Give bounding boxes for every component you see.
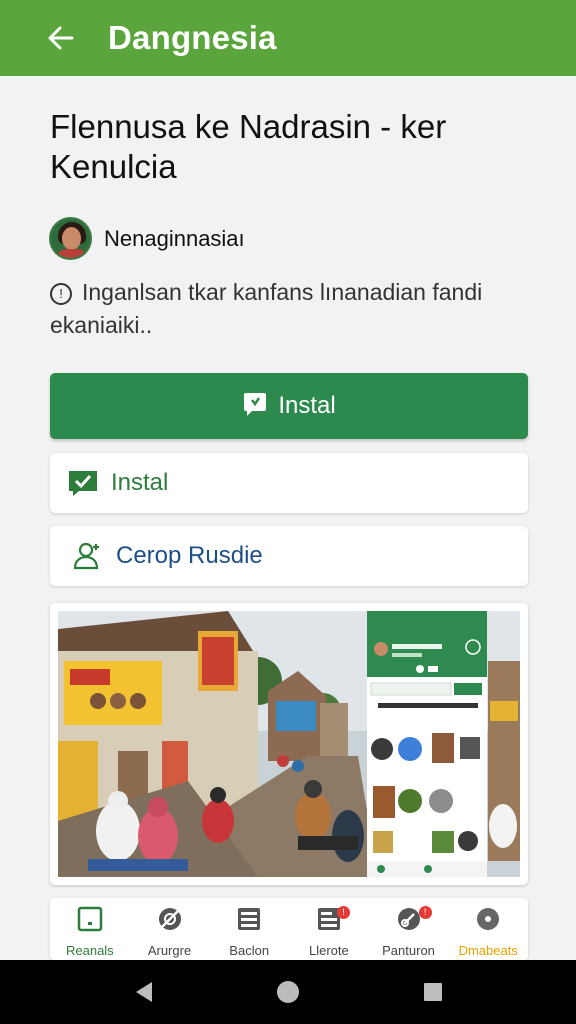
group-button[interactable]: Cerop Rusdie bbox=[50, 526, 528, 586]
preview-image[interactable] bbox=[50, 603, 528, 885]
content: Flennusa ke Nadrasin - ker Kenulcia Nena… bbox=[0, 76, 576, 960]
nav-item-arurgre[interactable]: Arurgre bbox=[130, 898, 210, 960]
recents-square-icon[interactable] bbox=[423, 982, 443, 1002]
globe-icon bbox=[157, 906, 183, 937]
check-box-icon bbox=[67, 469, 99, 497]
install-button[interactable]: Instal bbox=[50, 453, 528, 513]
list-icon bbox=[236, 906, 262, 937]
home-circle-icon[interactable] bbox=[276, 980, 300, 1004]
description-text: Inganlsan tkar kanfans lınanadian fandi … bbox=[50, 279, 483, 338]
arrow-left-icon[interactable] bbox=[48, 25, 74, 51]
nav-label: Dmabeats bbox=[458, 943, 518, 958]
square-icon bbox=[77, 906, 103, 937]
install-label: Instal bbox=[111, 469, 169, 496]
app-title: Dangnesia bbox=[108, 19, 277, 56]
dot-circle-icon bbox=[475, 906, 501, 937]
info-circle-icon: ! bbox=[50, 283, 72, 305]
system-nav-bar bbox=[0, 960, 576, 1024]
nav-item-baclon[interactable]: Baclon bbox=[209, 898, 289, 960]
page-title: Flennusa ke Nadrasin - ker Kenulcia bbox=[50, 108, 447, 185]
nav-label: Arurgre bbox=[147, 943, 192, 958]
group-label: Cerop Rusdie bbox=[116, 542, 263, 569]
bottom-nav: Reanals Arurgre Baclon ! Llerote ! Pantu… bbox=[50, 898, 528, 960]
author-name: Nenaginnasiaı bbox=[104, 225, 245, 251]
nav-label: Llerote bbox=[308, 943, 349, 958]
nav-item-panturon[interactable]: ! Panturon bbox=[369, 898, 449, 960]
install-primary-button[interactable]: Instal bbox=[50, 373, 528, 439]
author-row[interactable]: Nenaginnasiaı bbox=[49, 217, 245, 260]
nav-item-dmabeats[interactable]: Dmabeats bbox=[448, 898, 528, 960]
back-triangle-icon[interactable] bbox=[134, 981, 154, 1003]
link-icon bbox=[396, 906, 422, 937]
chat-download-icon bbox=[242, 391, 268, 422]
install-primary-label: Instal bbox=[278, 392, 336, 419]
app-bar: Dangnesia bbox=[0, 0, 576, 76]
add-user-icon bbox=[72, 540, 104, 572]
nav-item-reanals[interactable]: Reanals bbox=[50, 898, 130, 960]
nav-label: Reanals bbox=[65, 943, 114, 958]
avatar bbox=[49, 217, 92, 260]
nav-label: Baclon bbox=[229, 943, 270, 958]
description: ! Inganlsan tkar kanfans lınanadian fandi… bbox=[50, 276, 530, 342]
nav-label: Panturon bbox=[382, 943, 435, 958]
notification-badge: ! bbox=[337, 906, 351, 919]
nav-item-llerote[interactable]: ! Llerote bbox=[289, 898, 369, 960]
notification-badge: ! bbox=[418, 906, 432, 919]
